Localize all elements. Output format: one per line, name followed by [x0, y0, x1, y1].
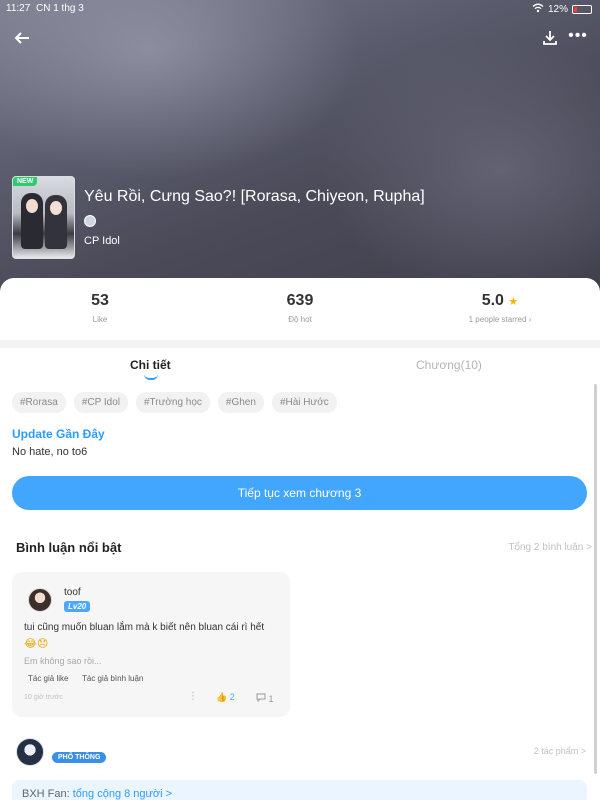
cover-face-left — [26, 199, 38, 213]
story-category[interactable]: CP Idol — [84, 235, 120, 247]
comments-total-link[interactable]: Tổng 2 bình luận > — [508, 542, 592, 553]
continue-reading-button[interactable]: Tiếp tục xem chương 3 — [12, 476, 587, 510]
cover-face-right — [50, 201, 62, 215]
battery-icon — [572, 5, 592, 14]
more-options-icon[interactable]: ••• — [566, 28, 590, 48]
chat-bubble-icon — [256, 693, 269, 704]
comment-time: 10 giờ trước — [24, 694, 63, 701]
comment-like-button[interactable]: 👍 2 — [216, 692, 235, 703]
comment-emoji: 😂😞 — [24, 638, 49, 650]
comment-text: tui cũng muốn bluan lắm mà k biết nên bl… — [24, 622, 265, 633]
update-text: No hate, no to6 — [12, 446, 88, 458]
status-date: CN 1 thg 3 — [36, 3, 84, 14]
chevron-right-icon: › — [528, 315, 532, 324]
comment-like-count: 2 — [229, 692, 235, 702]
thumbs-up-icon: 👍 — [216, 692, 228, 702]
stats-card: 53 Like 639 Độ hot 5.0 ★ 1 people starre… — [0, 278, 600, 340]
tag-cp-idol[interactable]: #CP Idol — [73, 392, 128, 413]
comment-card[interactable]: toof Lv20 tui cũng muốn bluan lắm mà k b… — [12, 572, 290, 717]
fan-total-link[interactable]: tổng cộng 8 người > — [73, 788, 172, 800]
comment-reply-button[interactable]: 1 — [256, 692, 274, 704]
tag-hai-huoc[interactable]: #Hài Hước — [271, 392, 337, 413]
like-count: 53 — [91, 292, 109, 309]
fan-ranking-label: BXH Fan: tổng cộng 8 người > — [22, 788, 173, 800]
tab-detail[interactable]: Chi tiết — [130, 358, 171, 372]
works-link[interactable]: 2 tác phẩm > — [534, 746, 586, 756]
update-title: Update Gần Đây — [12, 427, 105, 441]
member-badge: PHỔ THÔNG — [52, 752, 107, 763]
wifi-icon — [532, 3, 544, 16]
like-stat[interactable]: 53 Like — [20, 292, 180, 324]
level-badge: Lv20 — [64, 601, 91, 612]
section-divider — [0, 340, 600, 348]
comment-more-icon[interactable]: ⋮ — [188, 691, 198, 702]
fan-ranking-bar[interactable]: BXH Fan: tổng cộng 8 người > — [12, 780, 587, 800]
hot-stat: 639 Độ hot — [220, 292, 380, 324]
author-comment-tag: Tác giả bình luận — [82, 674, 144, 683]
story-title: Yêu Rồi, Cưng Sao?! [Rorasa, Chiyeon, Ru… — [84, 188, 425, 205]
reply-preview[interactable]: Em không sao rồi... — [24, 656, 102, 666]
status-time: 11:27 — [6, 3, 31, 14]
tab-indicator — [144, 374, 158, 380]
back-arrow-icon[interactable] — [10, 26, 34, 50]
tag-ghen[interactable]: #Ghen — [217, 392, 264, 413]
scrollbar[interactable] — [594, 384, 597, 774]
hot-label: Độ hot — [288, 315, 312, 324]
rating-stat[interactable]: 5.0 ★ 1 people starred › — [420, 292, 580, 324]
status-right: 12% — [532, 3, 592, 16]
commenter-name[interactable]: toof — [64, 587, 81, 598]
comment-reply-count: 1 — [268, 694, 274, 704]
commenter-avatar[interactable] — [28, 588, 52, 612]
download-icon[interactable] — [540, 28, 560, 48]
star-icon: ★ — [508, 296, 519, 308]
battery-percent: 12% — [547, 4, 568, 15]
rating-value: 5.0 — [481, 292, 504, 309]
comments-title: Bình luận nổi bật — [16, 540, 122, 555]
top-bar: ••• — [0, 24, 600, 52]
tab-chapter[interactable]: Chương(10) — [416, 358, 482, 372]
tag-rorasa[interactable]: #Rorasa — [12, 392, 66, 413]
author-avatar[interactable] — [16, 738, 44, 766]
rating-label: 1 people starred › — [468, 315, 532, 324]
story-cover-image[interactable]: NEW — [12, 176, 75, 259]
tag-list: #Rorasa #CP Idol #Trường học #Ghen #Hài … — [12, 392, 337, 413]
like-label: Like — [92, 315, 108, 324]
hot-value: 639 — [286, 292, 314, 309]
author-avatar-icon[interactable] — [84, 215, 96, 227]
author-like-tag: Tác giả like — [28, 674, 69, 683]
status-bar: 11:27 CN 1 thg 3 12% — [0, 0, 600, 16]
tag-truong-hoc[interactable]: #Trường học — [136, 392, 210, 413]
new-badge: NEW — [13, 177, 38, 186]
